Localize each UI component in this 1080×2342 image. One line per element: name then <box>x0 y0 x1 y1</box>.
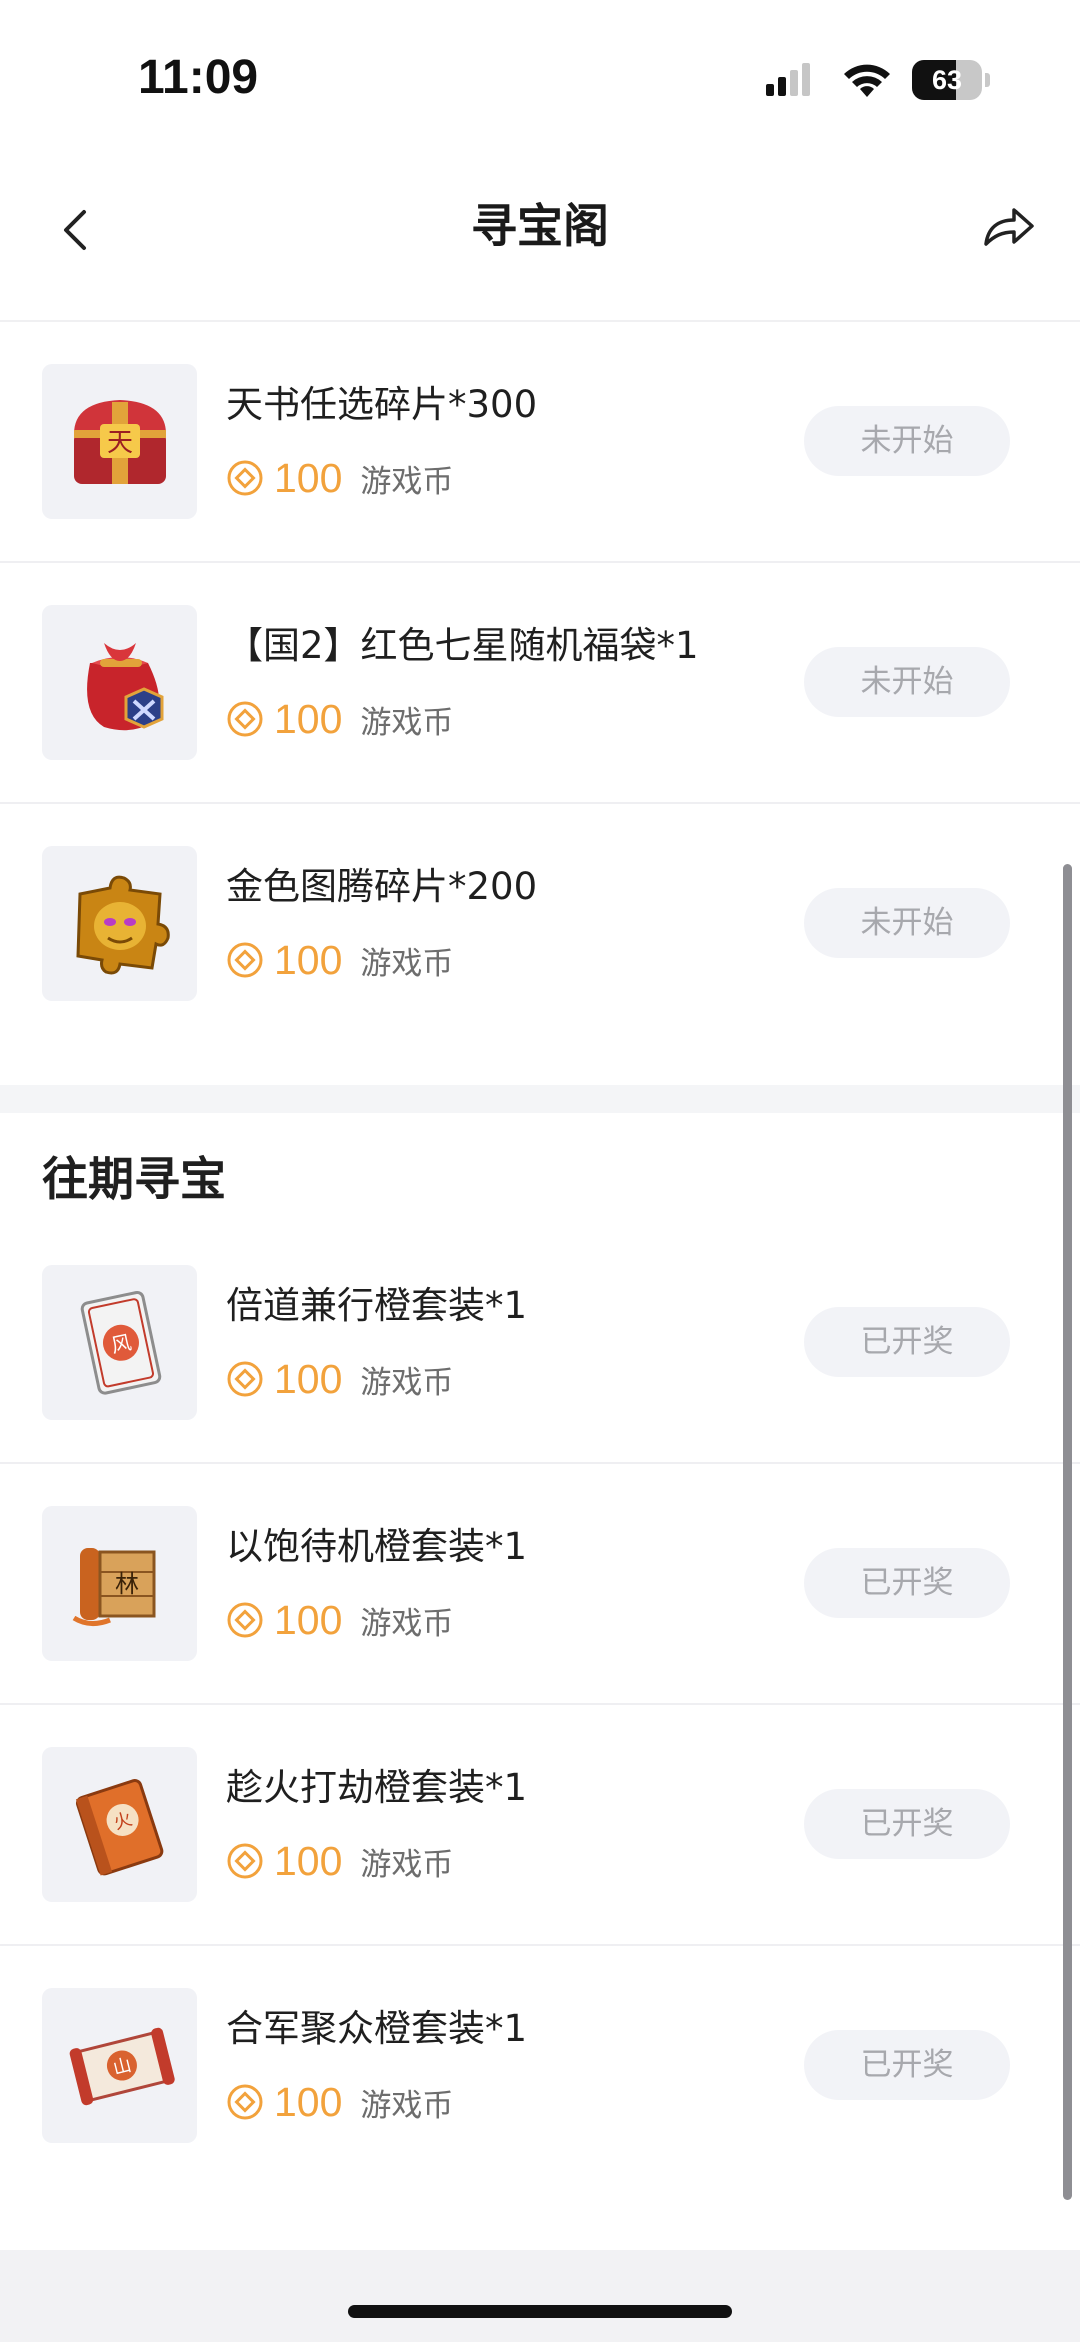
status-time: 11:09 <box>138 51 259 104</box>
price-value: 100 <box>274 1596 343 1643</box>
wind-card-icon: 风 <box>42 1265 197 1420</box>
currency-label: 游戏币 <box>360 945 454 982</box>
list-item[interactable]: 山 合军聚众橙套装*1 100 游戏币 已开奖 <box>0 1946 1080 2187</box>
price-value: 100 <box>274 2078 343 2125</box>
price-row: 100 游戏币 <box>226 1835 453 1887</box>
item-name: 天书任选碎片*300 <box>226 383 538 426</box>
fire-book-icon: 火 <box>42 1747 197 1902</box>
currency-label: 游戏币 <box>360 1364 454 1401</box>
battery-level: 63 <box>931 65 963 95</box>
svg-text:天: 天 <box>106 428 132 458</box>
price-row: 100 游戏币 <box>226 1353 453 1405</box>
gold-totem-fragment-icon <box>42 846 197 1001</box>
status-bar: 11:09 63 <box>0 0 1080 150</box>
coin-icon <box>227 701 263 737</box>
not-started-button[interactable]: 未开始 <box>804 406 1010 476</box>
price-row: 100 游戏币 <box>226 934 453 986</box>
coin-icon <box>227 942 263 978</box>
coin-icon <box>227 1602 263 1638</box>
red-lucky-bag-icon <box>42 605 197 760</box>
price-value: 100 <box>274 1837 343 1884</box>
drawn-button[interactable]: 已开奖 <box>804 1548 1010 1618</box>
drawn-button[interactable]: 已开奖 <box>804 1307 1010 1377</box>
item-name: 【国2】红色七星随机福袋*1 <box>226 624 699 667</box>
section-title: 往期寻宝 <box>42 1152 226 1206</box>
currency-label: 游戏币 <box>360 463 454 500</box>
currency-label: 游戏币 <box>360 1605 454 1642</box>
price-value: 100 <box>274 936 343 983</box>
svg-text:林: 林 <box>115 1570 139 1598</box>
coin-icon <box>227 1843 263 1879</box>
status-icons: 63 <box>766 58 990 102</box>
currency-label: 游戏币 <box>360 1846 454 1883</box>
price-row: 100 游戏币 <box>226 452 453 504</box>
currency-label: 游戏币 <box>360 704 454 741</box>
list-item[interactable]: 火 趁火打劫橙套装*1 100 游戏币 已开奖 <box>0 1705 1080 1946</box>
page-title: 寻宝阁 <box>471 199 609 253</box>
forest-scroll-icon: 林 <box>42 1506 197 1661</box>
item-name: 以饱待机橙套装*1 <box>226 1525 528 1568</box>
coin-icon <box>227 2084 263 2120</box>
list-item[interactable]: 金色图腾碎片*200 100 游戏币 未开始 <box>0 804 1080 1045</box>
drawn-button[interactable]: 已开奖 <box>804 2030 1010 2100</box>
signal-icon <box>766 63 810 96</box>
section-divider <box>0 1085 1080 1113</box>
not-started-button[interactable]: 未开始 <box>804 888 1010 958</box>
not-started-button[interactable]: 未开始 <box>804 647 1010 717</box>
current-item-list: 天 天书任选碎片*300 100 游戏币 未开始 【国2】红色七星随机福袋*1 … <box>0 322 1080 1045</box>
list-item[interactable]: 风 倍道兼行橙套装*1 100 游戏币 已开奖 <box>0 1223 1080 1464</box>
price-value: 100 <box>274 1355 343 1402</box>
item-name: 趁火打劫橙套装*1 <box>226 1766 528 1809</box>
list-item[interactable]: 林 以饱待机橙套装*1 100 游戏币 已开奖 <box>0 1464 1080 1705</box>
wifi-icon <box>844 64 890 97</box>
list-item[interactable]: 天 天书任选碎片*300 100 游戏币 未开始 <box>0 322 1080 563</box>
price-value: 100 <box>274 695 343 742</box>
item-name: 金色图腾碎片*200 <box>226 865 538 908</box>
coin-icon <box>227 460 263 496</box>
item-name: 合军聚众橙套装*1 <box>226 2007 528 2050</box>
content: 天 天书任选碎片*300 100 游戏币 未开始 【国2】红色七星随机福袋*1 … <box>0 322 1080 2187</box>
past-item-list: 风 倍道兼行橙套装*1 100 游戏币 已开奖 林 以饱待机橙套装*1 100 … <box>0 1223 1080 2187</box>
bottom-bar <box>0 2250 1080 2342</box>
price-value: 100 <box>274 454 343 501</box>
currency-label: 游戏币 <box>360 2087 454 2124</box>
red-treasure-chest-icon: 天 <box>42 364 197 519</box>
drawn-button[interactable]: 已开奖 <box>804 1789 1010 1859</box>
list-item[interactable]: 【国2】红色七星随机福袋*1 100 游戏币 未开始 <box>0 563 1080 804</box>
share-icon[interactable] <box>978 196 1038 256</box>
mountain-scroll-icon: 山 <box>42 1988 197 2143</box>
price-row: 100 游戏币 <box>226 2076 453 2128</box>
battery-icon: 63 <box>912 60 990 100</box>
price-row: 100 游戏币 <box>226 693 453 745</box>
scrollbar[interactable] <box>1063 864 1072 2200</box>
home-indicator[interactable] <box>348 2305 732 2318</box>
item-name: 倍道兼行橙套装*1 <box>226 1284 528 1327</box>
nav-bar: 寻宝阁 <box>0 160 1080 322</box>
coin-icon <box>227 1361 263 1397</box>
price-row: 100 游戏币 <box>226 1594 453 1646</box>
